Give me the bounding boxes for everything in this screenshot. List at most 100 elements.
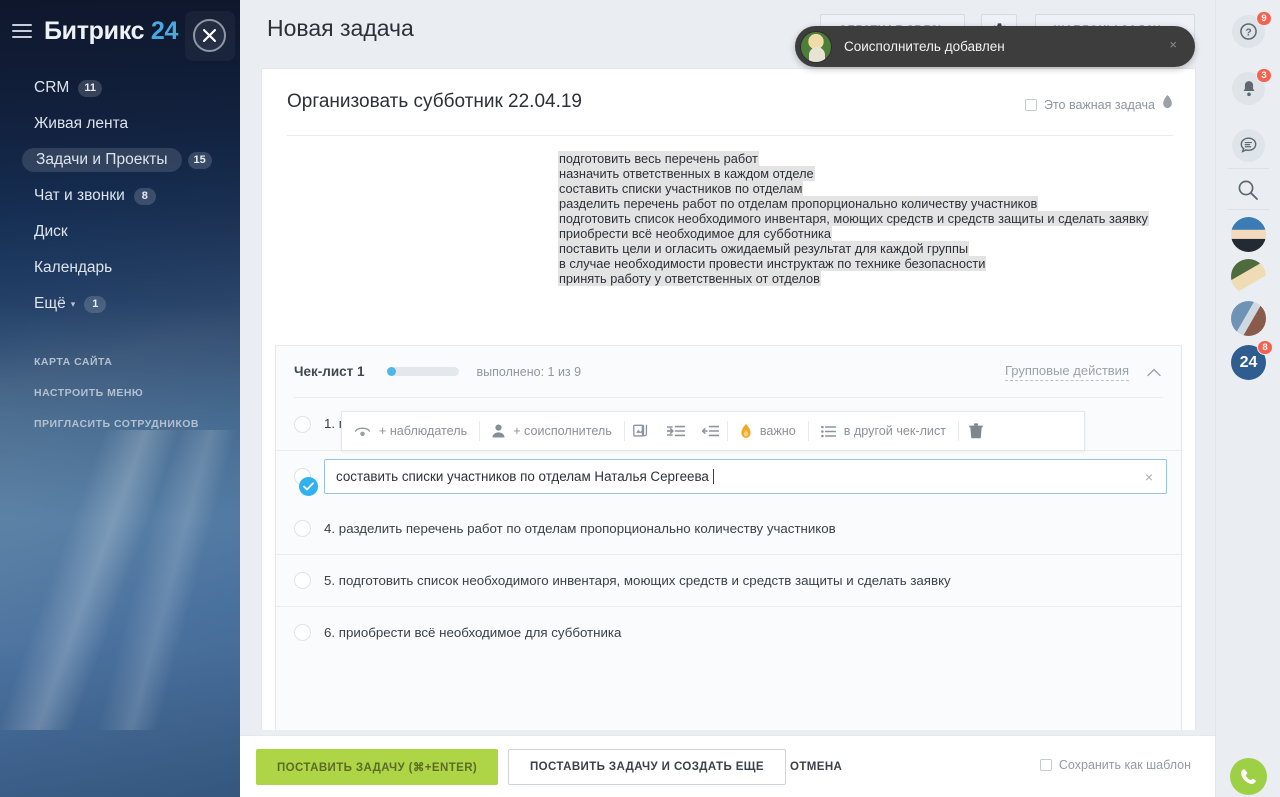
sidebar-item-tasks-projects[interactable]: Задачи и Проекты 15 [0, 142, 240, 178]
sidebar-item-crm[interactable]: CRM 11 [0, 70, 240, 106]
checklist-item-label: приобрести всё необходимое для субботник… [339, 625, 622, 640]
important-task-toggle[interactable]: Это важная задача [1025, 95, 1173, 114]
notification-toast[interactable]: Соисполнитель добавлен × [795, 26, 1195, 67]
add-observer-button[interactable]: + наблюдатель [342, 411, 479, 451]
checklist-item-number: 5. [324, 573, 335, 588]
description-line: поставить цели и огласить ожидаемый резу… [558, 241, 1195, 256]
avatar[interactable] [1231, 217, 1266, 252]
bitrix-logo[interactable]: Битрикс 24 [44, 17, 178, 46]
important-label: Это важная задача [1044, 98, 1155, 112]
add-coexecutor-label: + соисполнитель [513, 424, 612, 438]
avatar[interactable] [1231, 259, 1266, 294]
list-item[interactable]: 4. разделить перечень работ по отделам п… [276, 502, 1181, 554]
checklist-item-text: 6. приобрести всё необходимое для суббот… [324, 625, 621, 640]
sidebar-links: КАРТА САЙТА НАСТРОИТЬ МЕНЮ ПРИГЛАСИТЬ СО… [0, 346, 240, 439]
sidebar-item-disk[interactable]: Диск [0, 214, 240, 250]
logo-number: 24 [151, 17, 178, 45]
sidebar-badge: 8 [134, 188, 156, 205]
sidebar-item-label: Диск [34, 223, 68, 241]
task-description[interactable]: подготовить весь перечень работ назначит… [262, 151, 1195, 286]
toast-message: Соисполнитель добавлен [844, 39, 1005, 54]
right-rail: ? 9 3 24 8 [1215, 0, 1280, 797]
svg-text:?: ? [1245, 27, 1251, 38]
sidebar-link-sitemap[interactable]: КАРТА САЙТА [0, 346, 240, 377]
group-actions-link[interactable]: Групповые действия [1005, 363, 1129, 381]
task-title-input[interactable]: Организовать субботник 22.04.19 [287, 91, 582, 113]
move-label: в другой чек-лист [844, 424, 946, 438]
description-line: подготовить список необходимого инвентар… [558, 211, 1195, 226]
sidebar-item-label: Задачи и Проекты [22, 148, 182, 172]
close-icon[interactable] [193, 19, 226, 52]
add-observer-label: + наблюдатель [379, 424, 467, 438]
list-item[interactable]: 6. приобрести всё необходимое для суббот… [276, 606, 1181, 658]
person-icon [492, 424, 505, 438]
checklist-panel: Чек-лист 1 выполнено: 1 из 9 Групповые д… [275, 345, 1182, 730]
phone-icon [1239, 767, 1258, 786]
add-coexecutor-button[interactable]: + соисполнитель [480, 411, 624, 451]
indent-increase-icon[interactable] [659, 411, 693, 451]
avatar[interactable] [1231, 301, 1266, 336]
clear-input-icon[interactable]: × [1145, 469, 1153, 485]
sidebar-item-label: Календарь [34, 259, 112, 277]
sidebar-item-more[interactable]: Ещё ▾ 1 [0, 286, 240, 322]
checklist-item-input[interactable]: составить списки участников по отделам Н… [324, 459, 1167, 494]
sidebar-item-label: CRM [34, 79, 69, 97]
indent-decrease-icon[interactable] [693, 411, 727, 451]
description-line: принять работу у ответственных от отдело… [558, 271, 1195, 286]
description-line: разделить перечень работ по отделам проп… [558, 196, 1195, 211]
attach-file-icon[interactable] [625, 411, 659, 451]
chevron-down-icon: ▾ [71, 299, 76, 310]
divider [1228, 209, 1269, 210]
chevron-up-icon[interactable] [1147, 364, 1161, 382]
call-button[interactable] [1230, 758, 1267, 795]
checklist-item-checkbox[interactable] [294, 416, 311, 433]
sidebar-link-invite-employees[interactable]: ПРИГЛАСИТЬ СОТРУДНИКОВ [0, 408, 240, 439]
create-task-button[interactable]: ПОСТАВИТЬ ЗАДАЧУ (⌘+ENTER) [256, 749, 498, 785]
checklist-item-checkbox[interactable] [294, 572, 311, 589]
description-line: в случае необходимости провести инструкт… [558, 256, 1195, 271]
checklist-item-checkbox[interactable] [294, 520, 311, 537]
observer-icon [354, 426, 371, 437]
sidebar-link-configure-menu[interactable]: НАСТРОИТЬ МЕНЮ [0, 377, 240, 408]
messenger-button[interactable] [1232, 129, 1265, 162]
important-label: важно [760, 424, 796, 438]
sidebar-item-label: Чат и звонки [34, 187, 125, 205]
create-task-and-new-button[interactable]: ПОСТАВИТЬ ЗАДАЧУ И СОЗДАТЬ ЕЩЕ [508, 749, 786, 785]
checklist-item-checkbox-checked[interactable] [299, 477, 318, 496]
task-title-row: Организовать субботник 22.04.19 Это важн… [262, 69, 1195, 135]
list-item[interactable]: 5. подготовить список необходимого инвен… [276, 554, 1181, 606]
left-sidebar: Битрикс 24 CRM 11 Живая лента Задачи и П… [0, 0, 240, 797]
menu-burger-icon[interactable] [12, 24, 32, 38]
app-root: Битрикс 24 CRM 11 Живая лента Задачи и П… [0, 0, 1280, 797]
checklist-item-checkbox[interactable] [294, 624, 311, 641]
delete-icon[interactable] [959, 411, 993, 451]
list-icon [821, 425, 836, 438]
checklist-item-text: 5. подготовить список необходимого инвен… [324, 573, 951, 588]
checklist-title: Чек-лист 1 [294, 364, 365, 379]
sidebar-item-chat-calls[interactable]: Чат и звонки 8 [0, 178, 240, 214]
save-as-template-checkbox[interactable] [1040, 759, 1052, 771]
chat-icon [1240, 137, 1257, 154]
counter-badge: 8 [1257, 340, 1273, 355]
important-checkbox[interactable] [1025, 99, 1037, 111]
checklist-item-editing-row[interactable]: + наблюдатель + соисполнитель [276, 450, 1181, 502]
sidebar-item-calendar[interactable]: Календарь [0, 250, 240, 286]
checklist-item-action-bar: + наблюдатель + соисполнитель [341, 411, 1085, 451]
bell-icon [1241, 80, 1257, 97]
help-badge: 9 [1256, 11, 1272, 26]
checklist-item-number: 4. [324, 521, 335, 536]
mark-important-button[interactable]: важно [728, 411, 808, 451]
close-icon[interactable]: × [1169, 37, 1177, 52]
search-icon[interactable] [1237, 179, 1259, 206]
flame-icon [740, 424, 752, 439]
sidebar-item-live-feed[interactable]: Живая лента [0, 106, 240, 142]
notifications-badge: 3 [1256, 68, 1272, 83]
cancel-button[interactable]: ОТМЕНА [790, 749, 842, 785]
save-as-template-toggle[interactable]: Сохранить как шаблон [1040, 758, 1191, 772]
checklist-item-text: 4. разделить перечень работ по отделам п… [324, 521, 836, 536]
description-line: составить списки участников по отделам [558, 181, 1195, 196]
description-line: подготовить весь перечень работ [558, 151, 1195, 166]
checklist-item-label: подготовить список необходимого инвентар… [339, 573, 951, 588]
move-to-other-checklist-button[interactable]: в другой чек-лист [809, 411, 958, 451]
checklist-item-number: 6. [324, 625, 335, 640]
